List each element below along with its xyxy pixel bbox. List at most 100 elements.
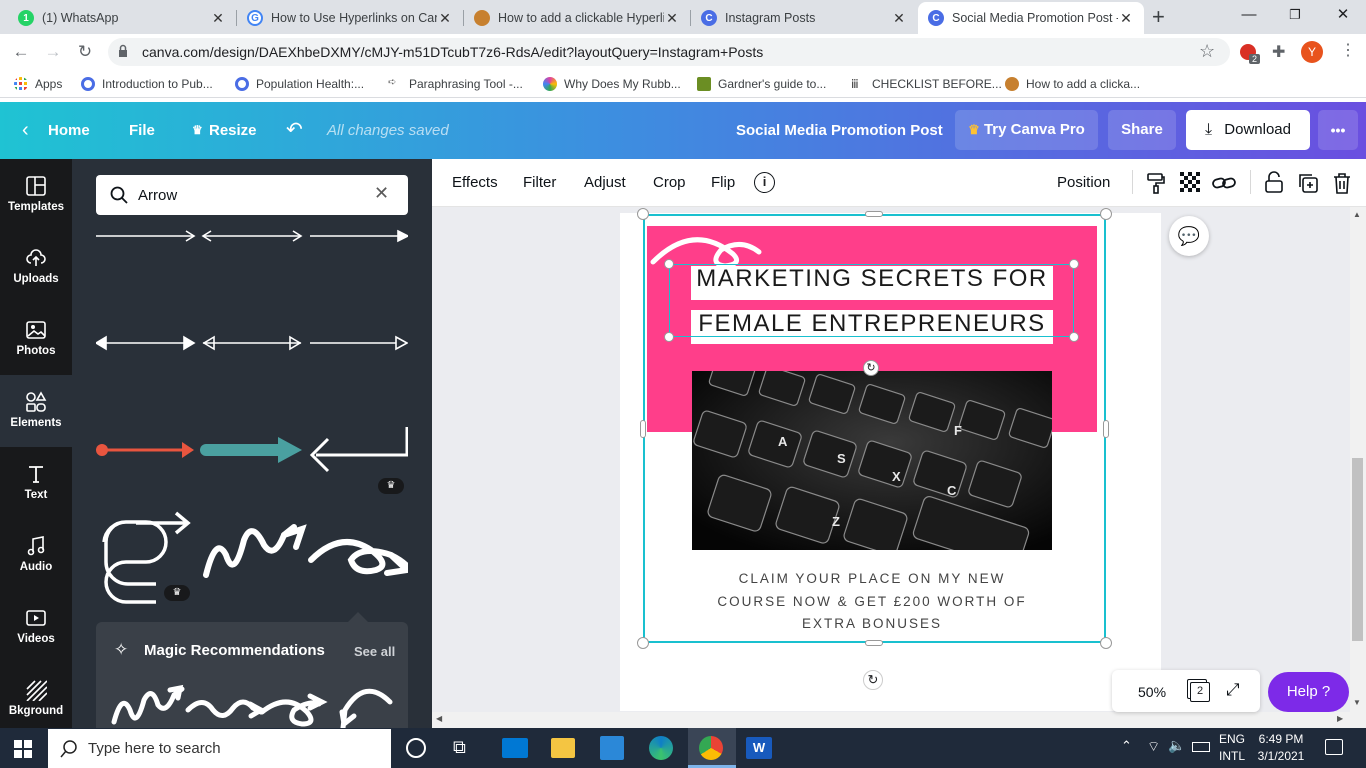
position-button[interactable]: Position xyxy=(1057,159,1110,207)
show-hidden-icons[interactable]: ⌃ xyxy=(1121,738,1132,754)
sidebar-item-videos[interactable]: Videos xyxy=(0,591,72,663)
battery-icon[interactable] xyxy=(1192,742,1210,752)
bookmark-why-does-my-rubb[interactable]: Why Does My Rubb... xyxy=(543,74,681,94)
download-button[interactable]: ⤓ Download xyxy=(1186,110,1310,150)
scroll-left-icon[interactable]: ◀ xyxy=(436,714,442,723)
rotate-image-icon[interactable]: ↻ xyxy=(863,670,883,690)
mail-app-icon[interactable] xyxy=(502,738,528,758)
resize-handle-bottom-right[interactable] xyxy=(1100,637,1112,649)
arrow-element-double-outline[interactable] xyxy=(202,335,302,351)
filter-button[interactable]: Filter xyxy=(523,159,556,207)
vertical-scrollbar-thumb[interactable] xyxy=(1352,458,1363,641)
arrow-element-filled[interactable] xyxy=(310,229,408,243)
tab-instagram-posts[interactable]: C Instagram Posts ✕ xyxy=(691,2,917,34)
sidebar-item-uploads[interactable]: Uploads xyxy=(0,231,72,303)
restore-button[interactable]: ❐ xyxy=(1272,0,1318,32)
bookmark-paraphrasing-tool[interactable]: ➪ Paraphrasing Tool -... xyxy=(388,74,523,94)
duplicate-icon[interactable] xyxy=(1297,172,1319,194)
arrow-element-double-filled[interactable] xyxy=(96,335,196,351)
transparency-icon[interactable] xyxy=(1180,172,1200,192)
sidebar-item-photos[interactable]: Photos xyxy=(0,303,72,375)
taskbar-search-box[interactable]: Type here to search xyxy=(48,729,391,768)
forward-icon[interactable]: → xyxy=(38,34,68,70)
arrow-element-curved-brush[interactable] xyxy=(339,688,393,728)
text-handle-bottom-right[interactable] xyxy=(1069,332,1079,342)
resize-button[interactable]: Resize xyxy=(209,102,257,159)
tab-whatsapp[interactable]: 1 (1) WhatsApp ✕ xyxy=(8,2,236,34)
arrow-element-return[interactable] xyxy=(309,427,408,473)
bookmark-gardners-guide[interactable]: Gardner's guide to... xyxy=(697,74,826,94)
language-indicator[interactable]: ENG INTL xyxy=(1219,731,1245,765)
lock-icon[interactable] xyxy=(118,44,128,58)
text-handle-bottom-left[interactable] xyxy=(664,332,674,342)
scroll-right-icon[interactable]: ▶ xyxy=(1337,714,1343,723)
file-explorer-icon[interactable] xyxy=(551,738,575,758)
close-tab-icon[interactable]: ✕ xyxy=(210,10,226,27)
edge-browser-icon[interactable] xyxy=(649,736,673,760)
sidebar-item-templates[interactable]: Templates xyxy=(0,159,72,231)
try-canva-pro-button[interactable]: ♛ Try Canva Pro xyxy=(955,110,1098,150)
effects-button[interactable]: Effects xyxy=(452,159,498,207)
scroll-up-icon[interactable]: ▲ xyxy=(1353,210,1361,219)
arrow-element-outline-head[interactable] xyxy=(310,335,408,351)
file-menu-button[interactable]: File xyxy=(129,102,155,159)
resize-handle-left[interactable] xyxy=(640,420,646,438)
close-tab-icon[interactable]: ✕ xyxy=(1118,10,1134,27)
crop-button[interactable]: Crop xyxy=(653,159,686,207)
add-comment-icon[interactable]: 💬 xyxy=(1169,216,1209,256)
tab-clickable-hyperlink[interactable]: How to add a clickable Hyperli ✕ xyxy=(464,2,690,34)
minimize-button[interactable]: — xyxy=(1226,0,1272,32)
close-tab-icon[interactable]: ✕ xyxy=(664,10,680,27)
clear-search-icon[interactable]: ✕ xyxy=(374,183,389,204)
clock[interactable]: 6:49 PM 3/1/2021 xyxy=(1256,731,1306,765)
chevron-left-icon[interactable]: ‹ xyxy=(22,102,29,159)
text-handle-top-left[interactable] xyxy=(664,259,674,269)
bookmark-apps[interactable]: Apps xyxy=(14,74,62,94)
resize-handle-bottom[interactable] xyxy=(865,640,883,646)
close-tab-icon[interactable]: ✕ xyxy=(437,10,453,27)
url-text[interactable]: canva.com/design/DAEXhbeDXMY/cMJY-m51DTc… xyxy=(142,44,763,60)
more-options-button[interactable]: ••• xyxy=(1318,110,1358,150)
text-handle-top-right[interactable] xyxy=(1069,259,1079,269)
bookmark-checklist-before[interactable]: ⅲ CHECKLIST BEFORE... xyxy=(851,74,1002,94)
unlock-icon[interactable] xyxy=(1264,171,1284,193)
resize-handle-top[interactable] xyxy=(865,211,883,217)
task-view-icon[interactable]: ⧉ xyxy=(453,737,466,758)
info-icon[interactable]: i xyxy=(754,172,775,193)
chrome-menu-icon[interactable]: ⋮ xyxy=(1340,40,1356,60)
help-button[interactable]: Help ? xyxy=(1268,672,1349,712)
profile-avatar[interactable]: Y xyxy=(1301,41,1323,63)
bookmark-star-icon[interactable]: ☆ xyxy=(1199,41,1215,62)
link-icon[interactable] xyxy=(1212,173,1236,193)
zoom-level[interactable]: 50% xyxy=(1138,684,1166,700)
resize-handle-top-right[interactable] xyxy=(1100,208,1112,220)
page-count-button[interactable]: 2 xyxy=(1190,682,1210,702)
fullscreen-icon[interactable]: ⤢ xyxy=(1226,680,1240,700)
resize-handle-bottom-left[interactable] xyxy=(637,637,649,649)
see-all-link[interactable]: See all xyxy=(354,644,395,659)
bookmark-how-to-add-clickable[interactable]: How to add a clicka... xyxy=(1005,74,1140,94)
arrow-element-simple[interactable] xyxy=(96,230,196,242)
arrow-element-zigzag-brush[interactable] xyxy=(111,684,185,725)
scroll-down-icon[interactable]: ▼ xyxy=(1353,698,1361,707)
sidebar-item-audio[interactable]: Audio xyxy=(0,519,72,591)
word-app-icon[interactable]: W xyxy=(746,737,772,759)
home-button[interactable]: Home xyxy=(48,102,90,159)
notifications-icon[interactable] xyxy=(1325,739,1343,755)
bookmark-population-health[interactable]: Population Health:... xyxy=(235,74,364,94)
cortana-icon[interactable] xyxy=(406,738,426,758)
arrow-element-wave-brush[interactable] xyxy=(185,699,267,719)
arrow-element-red-dot[interactable] xyxy=(96,442,194,458)
tab-social-media-promotion[interactable]: C Social Media Promotion Post - ✕ xyxy=(918,2,1144,34)
design-title[interactable]: Social Media Promotion Post xyxy=(736,102,943,159)
back-icon[interactable]: ← xyxy=(6,34,36,70)
sidebar-item-elements[interactable]: Elements xyxy=(0,375,72,447)
sidebar-item-text[interactable]: Text xyxy=(0,447,72,519)
bookmark-introduction-to-pub[interactable]: Introduction to Pub... xyxy=(81,74,213,94)
arrow-element-teal-bold[interactable] xyxy=(200,437,302,463)
undo-icon[interactable]: ↶ xyxy=(286,102,303,159)
volume-icon[interactable]: 🔈 xyxy=(1168,737,1185,754)
close-window-button[interactable]: ✕ xyxy=(1320,0,1366,32)
arrow-element-loop-brush[interactable] xyxy=(259,693,328,727)
resize-handle-top-left[interactable] xyxy=(637,208,649,220)
